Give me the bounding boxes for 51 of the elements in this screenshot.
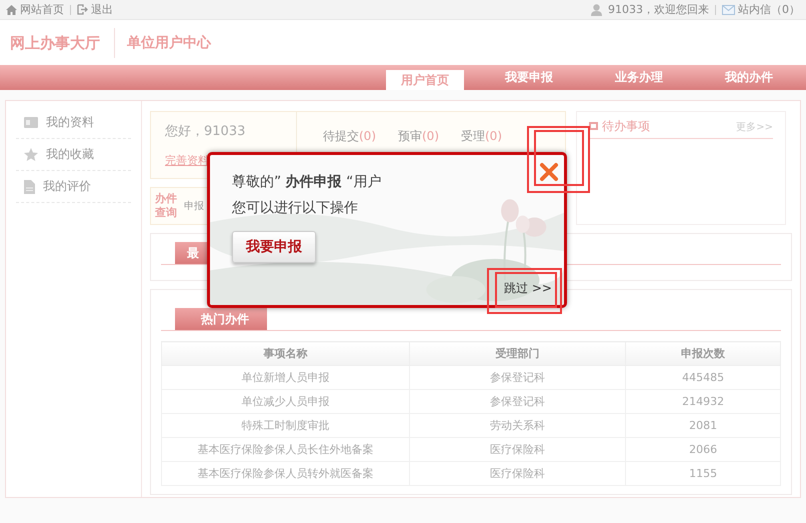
logout-icon: [77, 4, 88, 15]
sidebar-item[interactable]: 我的资料: [16, 107, 131, 139]
query-title: 办件查询: [155, 192, 178, 220]
messages-link[interactable]: 站内信（0）: [722, 2, 800, 17]
nav-tab[interactable]: 业务办理: [594, 65, 684, 90]
table-cell: 445485: [626, 366, 780, 390]
table-cell: 基本医疗保险参保人员长住外地备案: [162, 438, 410, 462]
skip-link[interactable]: 跳过 >>: [504, 280, 552, 297]
nav-tab[interactable]: 我的办件: [704, 65, 794, 90]
table-cell: 2081: [626, 414, 780, 438]
declare-button[interactable]: 我要申报: [232, 231, 316, 263]
id-card-icon: [24, 117, 38, 128]
document-icon: [24, 180, 35, 194]
close-icon: [538, 161, 560, 183]
highlight-frame: [495, 272, 557, 308]
table-cell: 特殊工时制度审批: [162, 414, 410, 438]
top-link[interactable]: 网站首页: [6, 2, 64, 17]
sidebar-item[interactable]: 我的收藏: [16, 139, 131, 171]
table-cell: 214932: [626, 390, 780, 414]
dialog-prompt: 您可以进行以下操作: [232, 199, 358, 217]
section-tab[interactable]: 热门办件: [175, 308, 267, 330]
site-subtitle: 单位用户中心: [126, 34, 211, 52]
home-icon: [6, 4, 17, 14]
query-text: 申报: [184, 200, 204, 213]
todo-title: 待办事项: [589, 118, 650, 135]
sidebar-item[interactable]: 我的评价: [16, 171, 131, 203]
table-cell: 单位新增人员申报: [162, 366, 410, 390]
welcome-text: 91033，欢迎您回来: [608, 2, 709, 17]
column-header: 事项名称: [162, 342, 410, 366]
user-icon: [591, 4, 602, 16]
site-logo: 网上办事大厅: [10, 28, 115, 58]
nav-tab[interactable]: 用户首页: [386, 70, 464, 90]
envelope-icon: [722, 4, 735, 14]
highlight-frame: [534, 130, 584, 186]
table-cell: 医疗保险科: [409, 438, 626, 462]
table-cell: 单位减少人员申报: [162, 390, 410, 414]
close-button[interactable]: [538, 161, 560, 183]
dialog-greeting: 尊敬的” 办件申报 “用户: [232, 173, 382, 191]
nav-tab[interactable]: 我要申报: [484, 65, 574, 90]
table-cell: 劳动关系科: [409, 414, 626, 438]
table-cell: 医疗保险科: [409, 462, 626, 486]
table-cell: 基本医疗保险参保人员转外就医备案: [162, 462, 410, 486]
table-cell: 2066: [626, 438, 780, 462]
greeting-text: 您好，91033: [165, 123, 246, 140]
table-cell: 参保登记科: [409, 390, 626, 414]
table-cell: 1155: [626, 462, 780, 486]
column-header: 申报次数: [626, 342, 780, 366]
table-cell: 参保登记科: [409, 366, 626, 390]
star-icon: [24, 148, 38, 161]
top-link[interactable]: 退出: [77, 2, 113, 17]
column-header: 受理部门: [409, 342, 626, 366]
